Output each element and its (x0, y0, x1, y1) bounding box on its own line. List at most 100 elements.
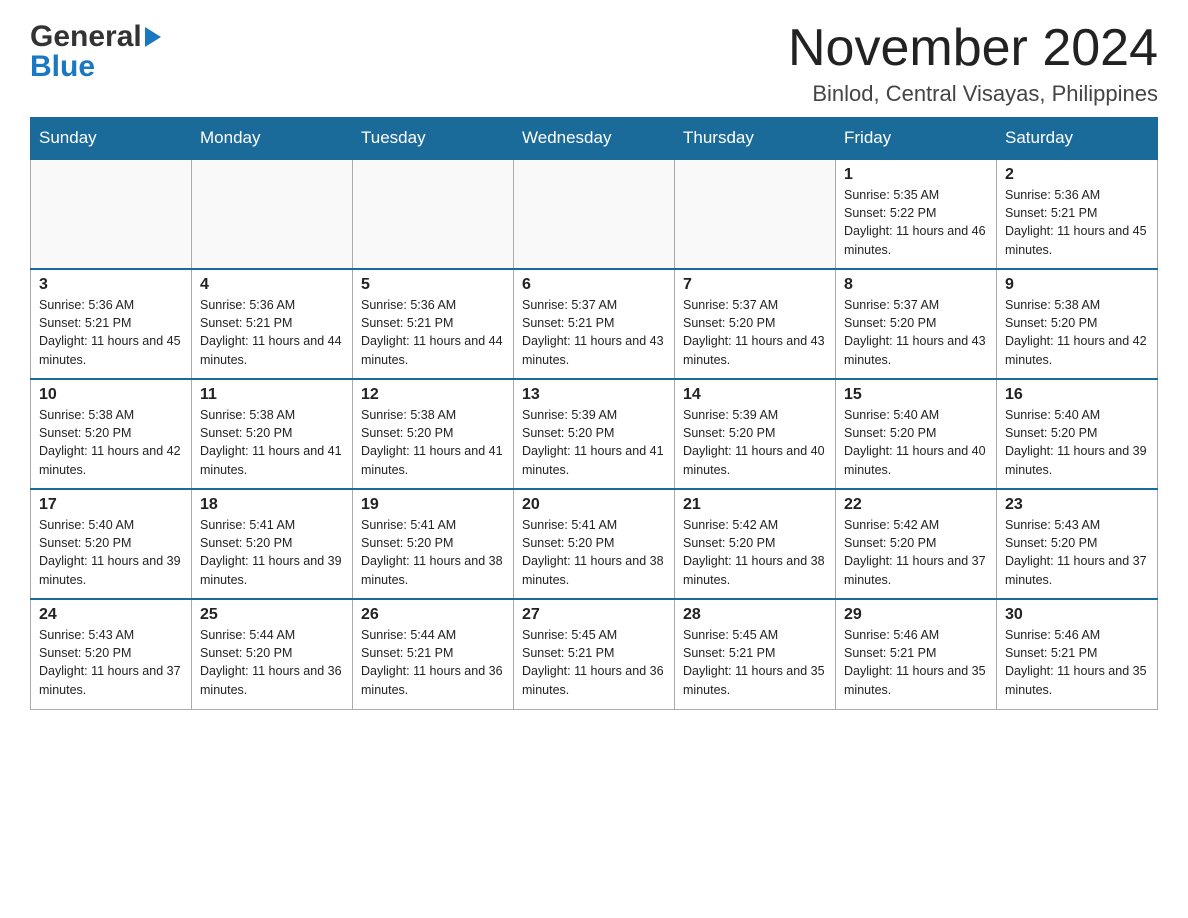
calendar-cell: 22Sunrise: 5:42 AM Sunset: 5:20 PM Dayli… (836, 489, 997, 599)
day-info: Sunrise: 5:38 AM Sunset: 5:20 PM Dayligh… (1005, 296, 1149, 369)
day-info: Sunrise: 5:40 AM Sunset: 5:20 PM Dayligh… (1005, 406, 1149, 479)
day-number: 28 (683, 606, 827, 624)
day-number: 19 (361, 496, 505, 514)
calendar-cell (353, 159, 514, 269)
calendar-week-row: 10Sunrise: 5:38 AM Sunset: 5:20 PM Dayli… (31, 379, 1158, 489)
day-info: Sunrise: 5:41 AM Sunset: 5:20 PM Dayligh… (522, 516, 666, 589)
calendar-cell: 24 Sunrise: 5:43 AM Sunset: 5:20 PM Dayli… (31, 599, 192, 709)
calendar-cell: 16 Sunrise: 5:40 AM Sunset: 5:20 PM Dayli… (997, 379, 1158, 489)
day-number: 18 (200, 496, 344, 514)
day-info: Sunrise: 5:37 AM Sunset: 5:21 PM Dayligh… (522, 296, 666, 369)
day-number: 14 (683, 386, 827, 404)
day-number: 13 (522, 386, 666, 404)
day-info: Sunrise: 5:37 AM Sunset: 5:20 PM Dayligh… (844, 296, 988, 369)
logo: General Blue (30, 20, 161, 84)
calendar-cell: 29 Sunrise: 5:46 AM Sunset: 5:21 PM Dayli… (836, 599, 997, 709)
calendar-cell: 5 Sunrise: 5:36 AM Sunset: 5:21 PM Daylig… (353, 269, 514, 379)
day-info: Sunrise: 5:38 AM Sunset: 5:20 PM Dayligh… (200, 406, 344, 479)
calendar-cell (675, 159, 836, 269)
column-header-wednesday: Wednesday (514, 118, 675, 160)
calendar-cell: 14Sunrise: 5:39 AM Sunset: 5:20 PM Dayli… (675, 379, 836, 489)
day-number: 9 (1005, 276, 1149, 294)
calendar-cell: 20 Sunrise: 5:41 AM Sunset: 5:20 PM Dayli… (514, 489, 675, 599)
day-info: Sunrise: 5:46 AM Sunset: 5:21 PM Dayligh… (1005, 626, 1149, 699)
column-header-tuesday: Tuesday (353, 118, 514, 160)
day-info: Sunrise: 5:38 AM Sunset: 5:20 PM Dayligh… (361, 406, 505, 479)
calendar-cell: 10Sunrise: 5:38 AM Sunset: 5:20 PM Dayli… (31, 379, 192, 489)
day-info: Sunrise: 5:35 AM Sunset: 5:22 PM Dayligh… (844, 186, 988, 259)
column-header-friday: Friday (836, 118, 997, 160)
calendar-header-row: SundayMondayTuesdayWednesdayThursdayFrid… (31, 118, 1158, 160)
column-header-saturday: Saturday (997, 118, 1158, 160)
calendar-cell: 12 Sunrise: 5:38 AM Sunset: 5:20 PM Dayli… (353, 379, 514, 489)
day-number: 1 (844, 166, 988, 184)
day-number: 23 (1005, 496, 1149, 514)
month-title: November 2024 (788, 20, 1158, 77)
column-header-sunday: Sunday (31, 118, 192, 160)
day-info: Sunrise: 5:45 AM Sunset: 5:21 PM Dayligh… (522, 626, 666, 699)
day-info: Sunrise: 5:43 AM Sunset: 5:20 PM Dayligh… (39, 626, 183, 699)
day-info: Sunrise: 5:36 AM Sunset: 5:21 PM Dayligh… (361, 296, 505, 369)
page-header: General Blue November 2024 Binlod, Centr… (30, 20, 1158, 107)
day-info: Sunrise: 5:40 AM Sunset: 5:20 PM Dayligh… (844, 406, 988, 479)
calendar-cell: 7 Sunrise: 5:37 AM Sunset: 5:20 PM Daylig… (675, 269, 836, 379)
calendar-cell: 3 Sunrise: 5:36 AM Sunset: 5:21 PM Daylig… (31, 269, 192, 379)
day-info: Sunrise: 5:36 AM Sunset: 5:21 PM Dayligh… (39, 296, 183, 369)
calendar-week-row: 17Sunrise: 5:40 AM Sunset: 5:20 PM Dayli… (31, 489, 1158, 599)
day-number: 12 (361, 386, 505, 404)
day-number: 21 (683, 496, 827, 514)
day-number: 27 (522, 606, 666, 624)
calendar-cell: 28 Sunrise: 5:45 AM Sunset: 5:21 PM Dayli… (675, 599, 836, 709)
calendar-cell: 27 Sunrise: 5:45 AM Sunset: 5:21 PM Dayli… (514, 599, 675, 709)
day-info: Sunrise: 5:42 AM Sunset: 5:20 PM Dayligh… (844, 516, 988, 589)
day-number: 25 (200, 606, 344, 624)
logo-blue-text: Blue (30, 50, 95, 84)
calendar-cell (31, 159, 192, 269)
day-info: Sunrise: 5:36 AM Sunset: 5:21 PM Dayligh… (1005, 186, 1149, 259)
day-info: Sunrise: 5:41 AM Sunset: 5:20 PM Dayligh… (361, 516, 505, 589)
day-info: Sunrise: 5:38 AM Sunset: 5:20 PM Dayligh… (39, 406, 183, 479)
day-number: 17 (39, 496, 183, 514)
day-number: 20 (522, 496, 666, 514)
day-number: 4 (200, 276, 344, 294)
calendar-cell: 21Sunrise: 5:42 AM Sunset: 5:20 PM Dayli… (675, 489, 836, 599)
calendar-cell: 13 Sunrise: 5:39 AM Sunset: 5:20 PM Dayli… (514, 379, 675, 489)
calendar-week-row: 1 Sunrise: 5:35 AM Sunset: 5:22 PM Daylig… (31, 159, 1158, 269)
day-number: 16 (1005, 386, 1149, 404)
day-info: Sunrise: 5:46 AM Sunset: 5:21 PM Dayligh… (844, 626, 988, 699)
day-number: 7 (683, 276, 827, 294)
calendar-cell: 18 Sunrise: 5:41 AM Sunset: 5:20 PM Dayli… (192, 489, 353, 599)
column-header-monday: Monday (192, 118, 353, 160)
column-header-thursday: Thursday (675, 118, 836, 160)
day-info: Sunrise: 5:43 AM Sunset: 5:20 PM Dayligh… (1005, 516, 1149, 589)
day-info: Sunrise: 5:36 AM Sunset: 5:21 PM Dayligh… (200, 296, 344, 369)
calendar-table: SundayMondayTuesdayWednesdayThursdayFrid… (30, 117, 1158, 710)
day-info: Sunrise: 5:45 AM Sunset: 5:21 PM Dayligh… (683, 626, 827, 699)
calendar-cell: 1 Sunrise: 5:35 AM Sunset: 5:22 PM Daylig… (836, 159, 997, 269)
day-number: 5 (361, 276, 505, 294)
title-section: November 2024 Binlod, Central Visayas, P… (788, 20, 1158, 107)
day-number: 24 (39, 606, 183, 624)
logo-arrow-icon (145, 27, 161, 47)
location-title: Binlod, Central Visayas, Philippines (788, 81, 1158, 107)
calendar-cell: 19 Sunrise: 5:41 AM Sunset: 5:20 PM Dayli… (353, 489, 514, 599)
day-info: Sunrise: 5:39 AM Sunset: 5:20 PM Dayligh… (522, 406, 666, 479)
day-number: 15 (844, 386, 988, 404)
calendar-cell: 6Sunrise: 5:37 AM Sunset: 5:21 PM Daylig… (514, 269, 675, 379)
day-number: 11 (200, 386, 344, 404)
calendar-cell: 11 Sunrise: 5:38 AM Sunset: 5:20 PM Dayli… (192, 379, 353, 489)
calendar-week-row: 3 Sunrise: 5:36 AM Sunset: 5:21 PM Daylig… (31, 269, 1158, 379)
calendar-cell: 15 Sunrise: 5:40 AM Sunset: 5:20 PM Dayli… (836, 379, 997, 489)
calendar-week-row: 24 Sunrise: 5:43 AM Sunset: 5:20 PM Dayli… (31, 599, 1158, 709)
calendar-cell (192, 159, 353, 269)
calendar-cell: 30Sunrise: 5:46 AM Sunset: 5:21 PM Dayli… (997, 599, 1158, 709)
day-info: Sunrise: 5:41 AM Sunset: 5:20 PM Dayligh… (200, 516, 344, 589)
day-number: 2 (1005, 166, 1149, 184)
day-info: Sunrise: 5:37 AM Sunset: 5:20 PM Dayligh… (683, 296, 827, 369)
calendar-cell: 26Sunrise: 5:44 AM Sunset: 5:21 PM Dayli… (353, 599, 514, 709)
calendar-cell: 23 Sunrise: 5:43 AM Sunset: 5:20 PM Dayli… (997, 489, 1158, 599)
calendar-cell: 9 Sunrise: 5:38 AM Sunset: 5:20 PM Daylig… (997, 269, 1158, 379)
day-number: 29 (844, 606, 988, 624)
day-number: 3 (39, 276, 183, 294)
day-info: Sunrise: 5:44 AM Sunset: 5:20 PM Dayligh… (200, 626, 344, 699)
